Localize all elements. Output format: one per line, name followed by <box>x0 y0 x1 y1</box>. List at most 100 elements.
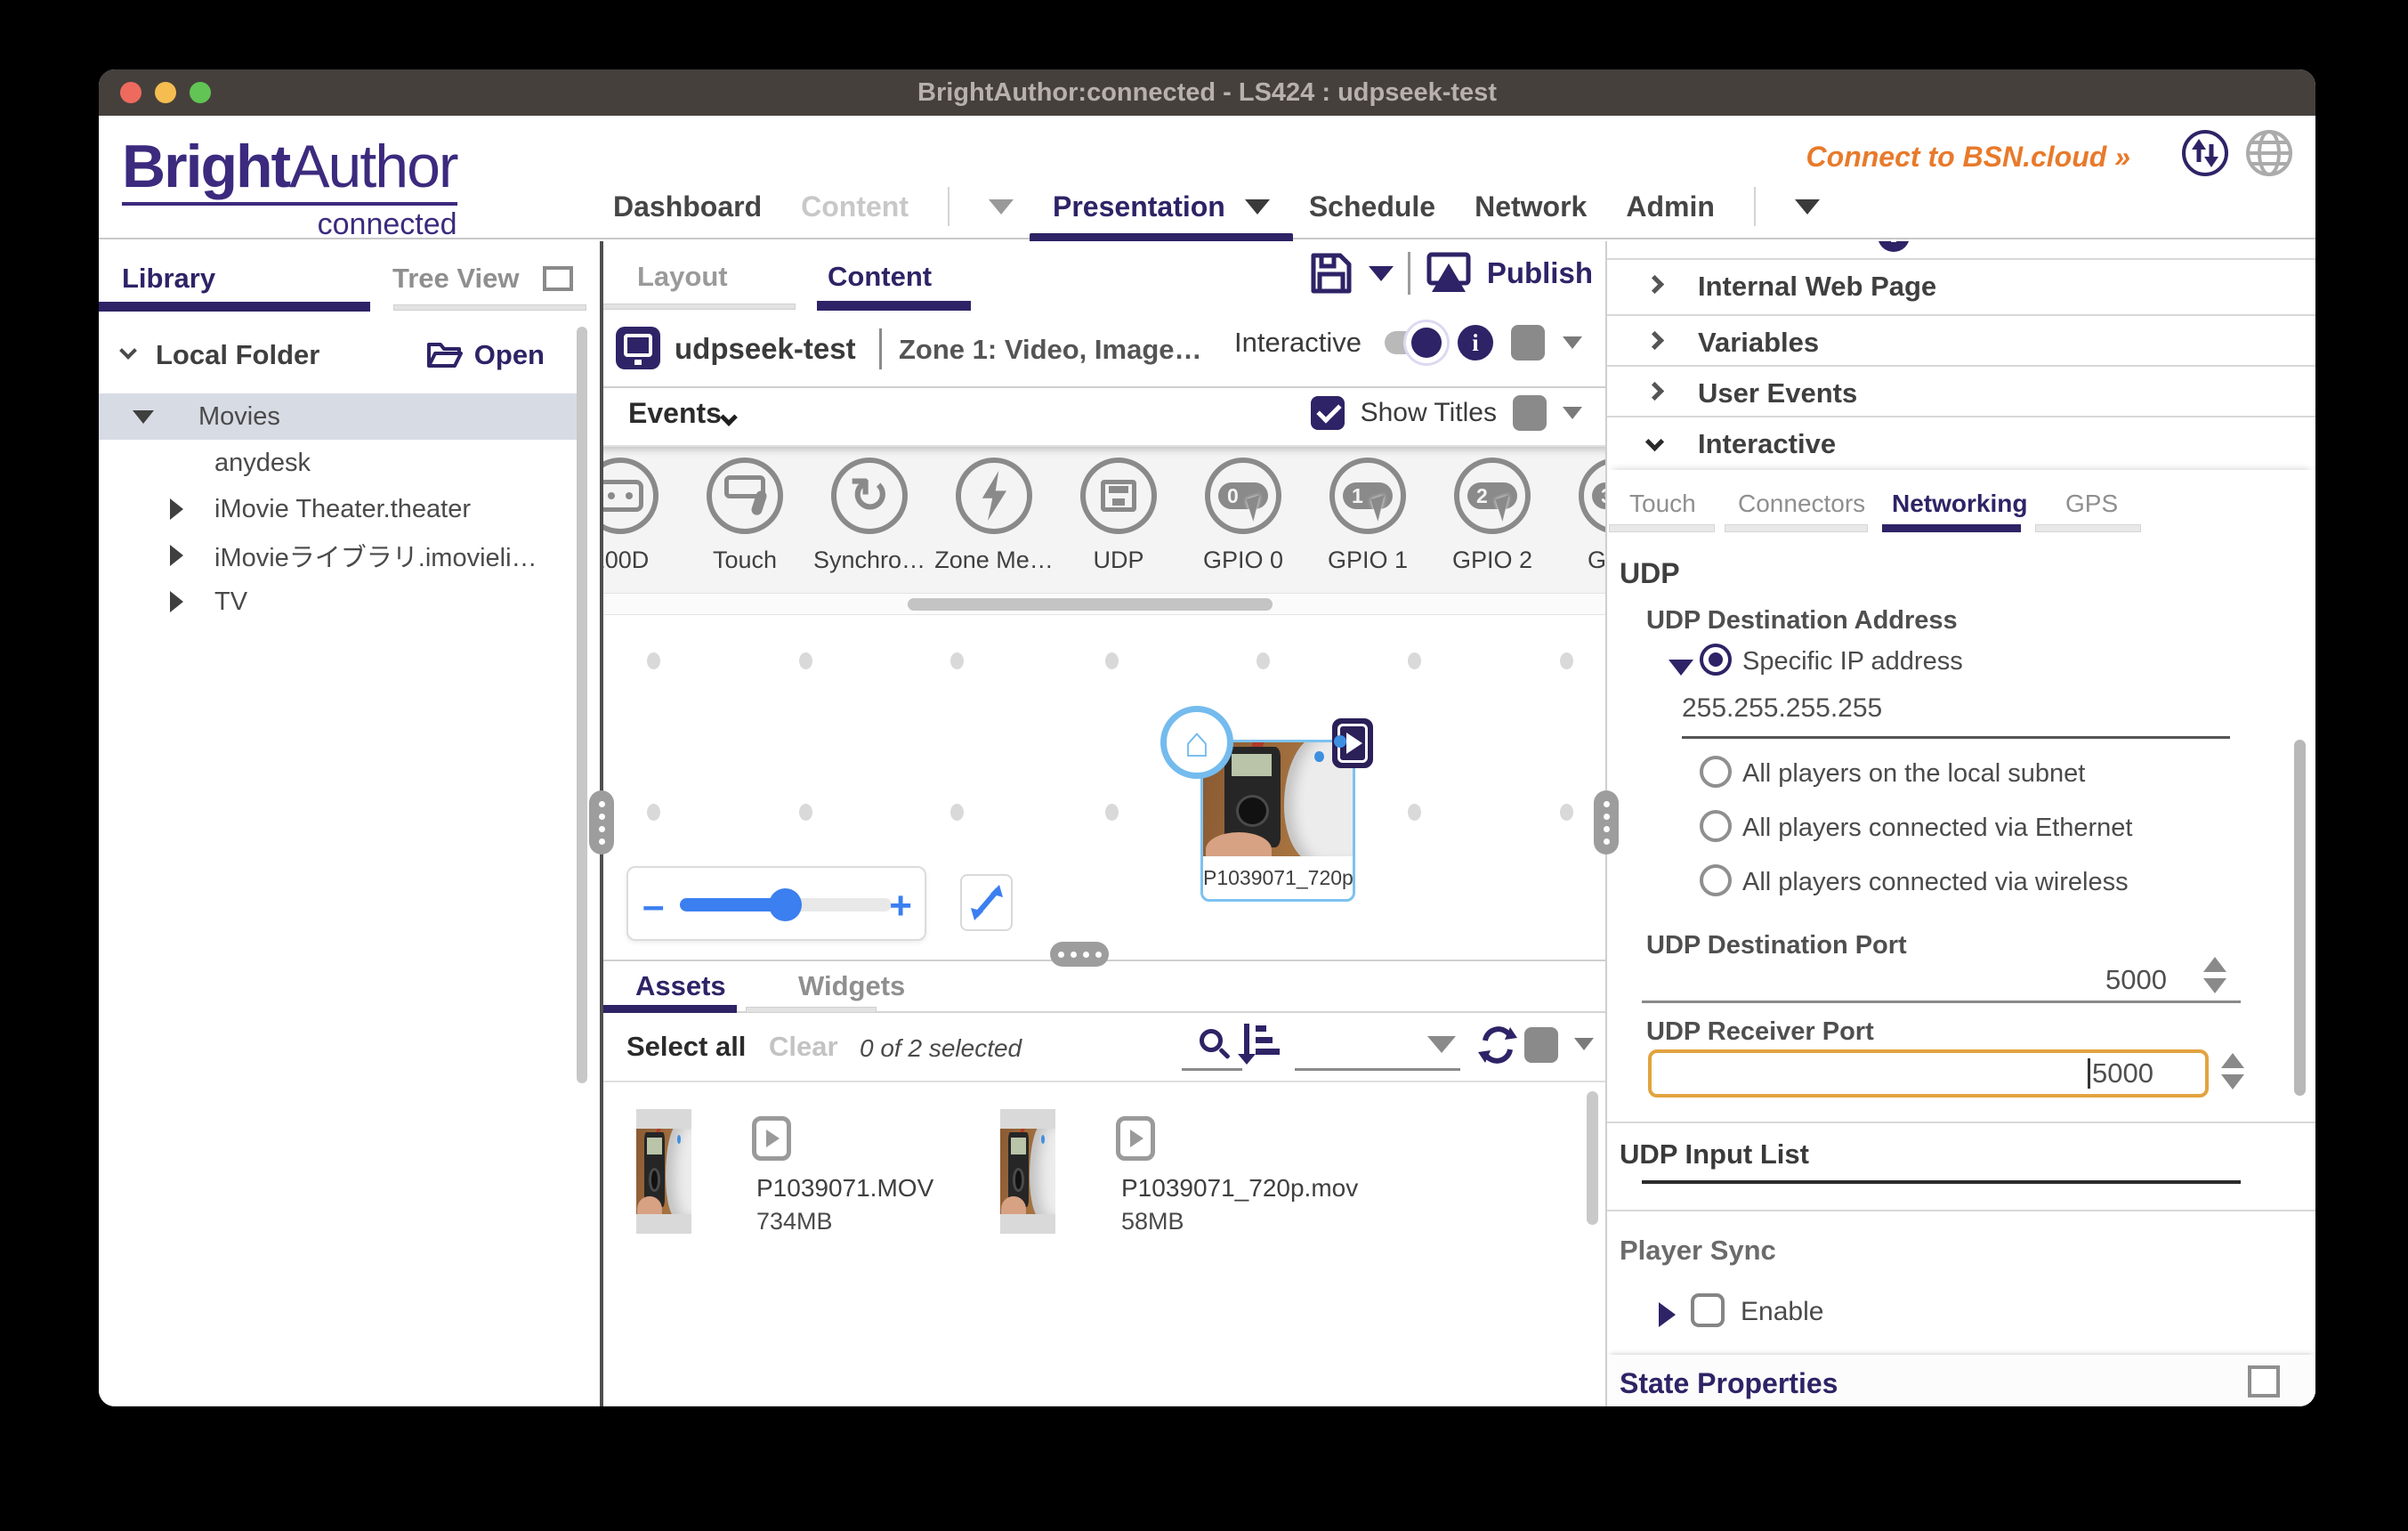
receiver-port-stepper[interactable] <box>2221 1053 2244 1090</box>
tab-widgets[interactable]: Widgets <box>798 970 905 1002</box>
event-gpio-3[interactable]: 3 GP… <box>1555 458 1605 574</box>
chevron-down-icon[interactable] <box>1563 407 1582 419</box>
select-all-button[interactable]: Select all <box>626 1031 746 1063</box>
info-icon[interactable]: i <box>1458 325 1493 360</box>
panel-scrollbar[interactable] <box>2294 740 2306 1096</box>
event-udp[interactable]: UDP <box>1056 458 1181 574</box>
minimize-window-button[interactable] <box>155 82 176 103</box>
radio-wireless-label[interactable]: All players connected via wireless <box>1742 868 2129 897</box>
connect-bsn-link[interactable]: Connect to BSN.cloud » <box>1806 141 2130 174</box>
tab-assets[interactable]: Assets <box>635 970 726 1002</box>
search-icon[interactable] <box>1200 1029 1223 1052</box>
collapsed-triangle-icon[interactable] <box>170 591 183 612</box>
event-touch[interactable]: Touch <box>683 458 807 574</box>
zoom-window-button[interactable] <box>190 82 211 103</box>
zoom-slider-thumb[interactable] <box>769 888 802 921</box>
radio-wireless[interactable] <box>1700 864 1732 896</box>
nav-schedule[interactable]: Schedule <box>1309 190 1435 223</box>
popout-window-icon[interactable] <box>2248 1365 2280 1397</box>
udp-dest-port-input[interactable]: 5000 <box>1642 964 2167 996</box>
chevron-down-icon[interactable] <box>119 342 137 360</box>
collapsed-triangle-icon[interactable] <box>170 545 183 566</box>
refresh-icon[interactable] <box>1477 1025 1518 1069</box>
expand-triangle-icon[interactable] <box>1669 660 1693 676</box>
nav-dashboard[interactable]: Dashboard <box>613 190 762 223</box>
interactive-toggle[interactable] <box>1385 331 1440 354</box>
chevron-down-icon[interactable] <box>1574 1038 1594 1050</box>
admin-dropdown-caret-icon[interactable] <box>1795 199 1820 215</box>
radio-specific-ip[interactable] <box>1700 644 1732 676</box>
event-200d[interactable]: 200D <box>602 458 683 574</box>
save-icon[interactable] <box>1308 250 1354 296</box>
dest-port-stepper[interactable] <box>2203 957 2226 993</box>
radio-ethernet[interactable] <box>1700 810 1732 842</box>
udp-receiver-port-input[interactable]: 5000 <box>1648 1049 2209 1098</box>
event-synchronize[interactable]: ↻ Synchro… <box>807 458 932 574</box>
zoom-out-button[interactable]: – <box>642 884 664 928</box>
event-zone-message[interactable]: Zone Me… <box>932 458 1056 574</box>
publish-icon[interactable] <box>1425 251 1473 296</box>
asset-thumbnail[interactable] <box>636 1109 691 1234</box>
tree-item-imovie-theater[interactable]: iMovie Theater.theater <box>99 486 579 532</box>
section-internal-web-page[interactable]: Internal Web Page <box>1607 260 2315 314</box>
nav-presentation[interactable]: Presentation <box>1053 190 1270 223</box>
section-user-events[interactable]: User Events <box>1607 367 2315 421</box>
color-swatch-button[interactable] <box>1513 395 1547 431</box>
radio-local-subnet[interactable] <box>1700 756 1732 788</box>
tree-item-tv[interactable]: TV <box>99 579 579 625</box>
presentation-dropdown-caret-icon[interactable] <box>1245 199 1270 215</box>
tab-connectors[interactable]: Connectors <box>1738 490 1865 518</box>
fit-to-screen-button[interactable] <box>960 874 1013 931</box>
clear-button[interactable]: Clear <box>769 1031 838 1063</box>
event-gpio-0[interactable]: 0 GPIO 0 <box>1181 458 1305 574</box>
asset-name[interactable]: P1039071_720p.mov <box>1121 1174 1358 1203</box>
transfer-icon[interactable] <box>2180 128 2230 178</box>
section-support-content[interactable]: Support Content i <box>1607 241 2315 258</box>
tab-content[interactable]: Content <box>828 261 932 293</box>
panels-icon[interactable] <box>543 266 573 291</box>
tab-gps[interactable]: GPS <box>2065 490 2118 518</box>
save-dropdown-caret-icon[interactable] <box>1369 266 1394 281</box>
tree-item-imovie-library[interactable]: iMovieライブラリ.imovieli… <box>99 532 579 579</box>
tab-touch[interactable]: Touch <box>1629 490 1696 518</box>
assets-scrollbar[interactable] <box>1587 1091 1598 1225</box>
zoom-slider[interactable] <box>680 898 892 911</box>
publish-button[interactable]: Publish <box>1487 256 1593 290</box>
home-state-icon[interactable]: ⌂ <box>1160 706 1233 779</box>
close-window-button[interactable] <box>120 82 141 103</box>
horizontal-scrollbar-thumb[interactable] <box>908 598 1273 611</box>
nav-network[interactable]: Network <box>1475 190 1587 223</box>
content-dropdown-caret-icon[interactable] <box>989 199 1014 215</box>
sidebar-scrollbar[interactable] <box>577 327 587 1083</box>
tab-networking[interactable]: Networking <box>1892 490 2027 518</box>
chevron-down-icon[interactable] <box>1563 336 1582 349</box>
radio-local-subnet-label[interactable]: All players on the local subnet <box>1742 759 2085 789</box>
player-sync-enable-label[interactable]: Enable <box>1741 1297 1823 1327</box>
nav-admin[interactable]: Admin <box>1626 190 1715 223</box>
tree-item-anydesk[interactable]: anydesk <box>99 440 579 486</box>
zone-label[interactable]: Zone 1: Video, Image… <box>899 334 1202 366</box>
section-variables[interactable]: Variables <box>1607 316 2315 370</box>
tab-library[interactable]: Library <box>122 263 215 295</box>
tab-tree-view[interactable]: Tree View <box>392 263 519 295</box>
open-folder-button[interactable]: Open <box>426 339 545 371</box>
bottom-resize-handle[interactable] <box>1050 942 1109 967</box>
info-icon[interactable]: i <box>1878 241 1910 252</box>
right-resize-handle[interactable] <box>1594 790 1619 855</box>
ip-address-input[interactable]: 255.255.255.255 <box>1682 693 1882 724</box>
event-gpio-1[interactable]: 1 GPIO 1 <box>1305 458 1430 574</box>
radio-specific-ip-label[interactable]: Specific IP address <box>1742 647 1963 676</box>
zoom-in-button[interactable]: + <box>889 884 912 928</box>
asset-name[interactable]: P1039071.MOV <box>756 1174 933 1203</box>
color-swatch-button[interactable] <box>1524 1027 1558 1063</box>
left-resize-handle[interactable] <box>589 790 614 855</box>
show-titles-checkbox[interactable] <box>1311 396 1345 430</box>
interactive-canvas[interactable]: ⌂ P1039071_720p.mov – + <box>602 616 1605 960</box>
expand-triangle-icon[interactable] <box>1659 1302 1676 1327</box>
section-interactive[interactable]: Interactive <box>1607 417 2315 472</box>
collapsed-triangle-icon[interactable] <box>170 498 183 520</box>
event-gpio-2[interactable]: 2 GPIO 2 <box>1430 458 1555 574</box>
events-chevron-icon[interactable] <box>720 409 738 426</box>
player-sync-enable-checkbox[interactable] <box>1691 1293 1725 1327</box>
sort-icon[interactable] <box>1244 1024 1280 1056</box>
